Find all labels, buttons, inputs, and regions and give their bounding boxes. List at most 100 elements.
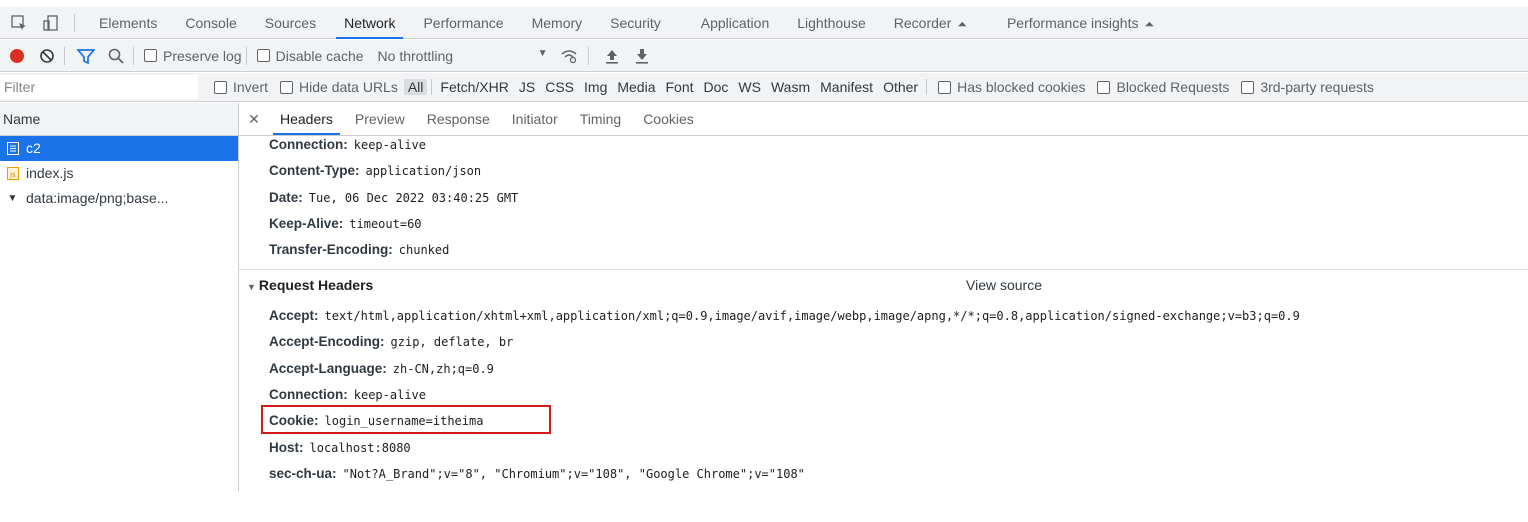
tab-sources[interactable]: Sources — [251, 7, 330, 39]
throttling-value: No throttling — [377, 47, 454, 64]
tab-network[interactable]: Network — [330, 7, 409, 39]
close-icon[interactable]: ✕ — [239, 111, 269, 128]
header-name: Accept: — [269, 308, 319, 323]
request-headers-section-title[interactable]: ▼ Request Headers — [247, 277, 373, 293]
response-header-row: Date: Tue, 06 Dec 2022 03:40:25 GMT — [269, 190, 518, 205]
tab-timing[interactable]: Timing — [569, 103, 633, 135]
divider — [431, 79, 433, 95]
filter-type-ws[interactable]: WS — [734, 79, 765, 95]
checkbox-box — [256, 49, 270, 62]
header-name: sec-ch-ua: — [269, 466, 337, 481]
request-name: data:image/png;base... — [26, 190, 169, 206]
tab-preview[interactable]: Preview — [344, 103, 416, 135]
devtools-tab-bar: Elements Console Sources Network Perform… — [0, 7, 1528, 39]
checkbox-box — [214, 80, 227, 94]
experiment-flask-icon: ⏶ — [1144, 16, 1155, 31]
third-party-requests-checkbox[interactable]: 3rd-party requests — [1241, 79, 1374, 95]
tab-cookies[interactable]: Cookies — [632, 103, 705, 135]
request-row[interactable]: ▼ data:image/png;base... — [0, 186, 238, 211]
filter-type-img[interactable]: Img — [580, 79, 611, 95]
blocked-requests-checkbox[interactable]: Blocked Requests — [1097, 79, 1229, 95]
filter-type-all[interactable]: All — [403, 79, 428, 95]
header-value: keep-alive — [353, 388, 426, 402]
inspect-element-icon[interactable] — [6, 10, 32, 36]
search-icon[interactable] — [103, 43, 129, 69]
record-button[interactable] — [4, 43, 30, 69]
filter-input[interactable] — [0, 75, 198, 99]
header-value: timeout=60 — [349, 217, 422, 231]
invert-label: Invert — [233, 79, 269, 95]
preserve-log-checkbox[interactable]: Preserve log — [144, 48, 242, 64]
request-header-row: sec-ch-ua: "Not?A_Brand";v="8", "Chromium… — [269, 466, 805, 481]
request-row[interactable]: c2 — [0, 136, 238, 161]
response-header-row: Transfer-Encoding: chunked — [269, 242, 449, 257]
tab-elements[interactable]: Elements — [85, 7, 171, 39]
request-headers-title: Request Headers — [258, 277, 374, 293]
header-name: Keep-Alive: — [269, 216, 344, 231]
tab-initiator[interactable]: Initiator — [501, 103, 569, 135]
tab-response[interactable]: Response — [416, 103, 501, 135]
filter-type-doc[interactable]: Doc — [700, 79, 733, 95]
hide-data-urls-checkbox[interactable]: Hide data URLs — [280, 79, 398, 95]
disable-cache-label: Disable cache — [275, 47, 364, 64]
response-header-row: Keep-Alive: timeout=60 — [269, 216, 422, 231]
header-name: Host: — [269, 440, 304, 455]
header-name: Accept-Language: — [269, 361, 387, 376]
tab-lighthouse[interactable]: Lighthouse — [783, 7, 880, 39]
tab-console[interactable]: Console — [171, 7, 250, 39]
tab-performance[interactable]: Performance — [409, 7, 517, 39]
filter-type-css[interactable]: CSS — [541, 79, 578, 95]
tab-memory[interactable]: Memory — [518, 7, 597, 39]
divider — [926, 79, 928, 95]
has-blocked-cookies-checkbox[interactable]: Has blocked cookies — [938, 79, 1085, 95]
header-value: application/json — [365, 164, 482, 178]
disable-cache-checkbox[interactable]: Disable cache — [256, 47, 364, 64]
request-detail-pane: ✕ Headers Preview Response Initiator Tim… — [239, 103, 1528, 491]
tab-headers[interactable]: Headers — [269, 103, 344, 135]
header-value: localhost:8080 — [309, 441, 411, 455]
request-row[interactable]: js index.js — [0, 161, 238, 186]
divider — [64, 46, 65, 65]
request-header-row: Accept-Encoding: gzip, deflate, br — [269, 334, 513, 349]
header-value: chunked — [398, 243, 450, 257]
tab-performance-insights[interactable]: Performance insights ⏶ — [993, 7, 1168, 39]
header-value: text/html,application/xhtml+xml,applicat… — [324, 309, 1300, 323]
device-toolbar-icon[interactable] — [38, 10, 64, 36]
filter-type-fetch-xhr[interactable]: Fetch/XHR — [436, 79, 512, 95]
header-value: "Not?A_Brand";v="8", "Chromium";v="108",… — [342, 467, 805, 481]
tab-recorder[interactable]: Recorder ⏶ — [880, 7, 981, 39]
header-name: Date: — [269, 190, 303, 205]
filter-type-font[interactable]: Font — [662, 79, 698, 95]
header-value: Tue, 06 Dec 2022 03:40:25 GMT — [308, 191, 519, 205]
invert-checkbox[interactable]: Invert — [214, 79, 268, 95]
header-name: Connection: — [269, 137, 348, 152]
tab-application[interactable]: Application — [687, 7, 784, 39]
section-divider — [239, 269, 1528, 270]
divider — [133, 46, 134, 65]
filter-type-wasm[interactable]: Wasm — [767, 79, 814, 95]
network-conditions-icon[interactable] — [556, 43, 582, 69]
request-name: c2 — [26, 140, 41, 156]
response-header-row: Connection: keep-alive — [269, 137, 426, 152]
name-column-header[interactable]: Name — [0, 103, 238, 136]
tab-security[interactable]: Security — [596, 7, 675, 39]
filter-type-other[interactable]: Other — [879, 79, 922, 95]
import-har-icon[interactable] — [599, 43, 625, 69]
hide-data-urls-label: Hide data URLs — [299, 79, 398, 95]
filter-icon[interactable] — [73, 43, 99, 69]
header-value: keep-alive — [353, 138, 426, 152]
filter-type-js[interactable]: JS — [515, 79, 539, 95]
divider — [74, 13, 75, 32]
throttling-select[interactable]: No throttling ▼ — [378, 48, 548, 64]
filter-bar: Invert Hide data URLs All Fetch/XHR JS C… — [0, 73, 1528, 102]
blocked-requests-label: Blocked Requests — [1116, 79, 1230, 95]
filter-type-media[interactable]: Media — [613, 79, 659, 95]
view-source-link[interactable]: View source — [966, 277, 1042, 293]
clear-icon[interactable] — [34, 43, 60, 69]
checkbox-box — [144, 49, 157, 62]
svg-text:js: js — [9, 171, 16, 179]
export-har-icon[interactable] — [629, 43, 655, 69]
network-toolbar: Preserve log Disable cache No throttling… — [0, 40, 1528, 72]
checkbox-box — [280, 80, 294, 94]
filter-type-manifest[interactable]: Manifest — [816, 79, 877, 95]
